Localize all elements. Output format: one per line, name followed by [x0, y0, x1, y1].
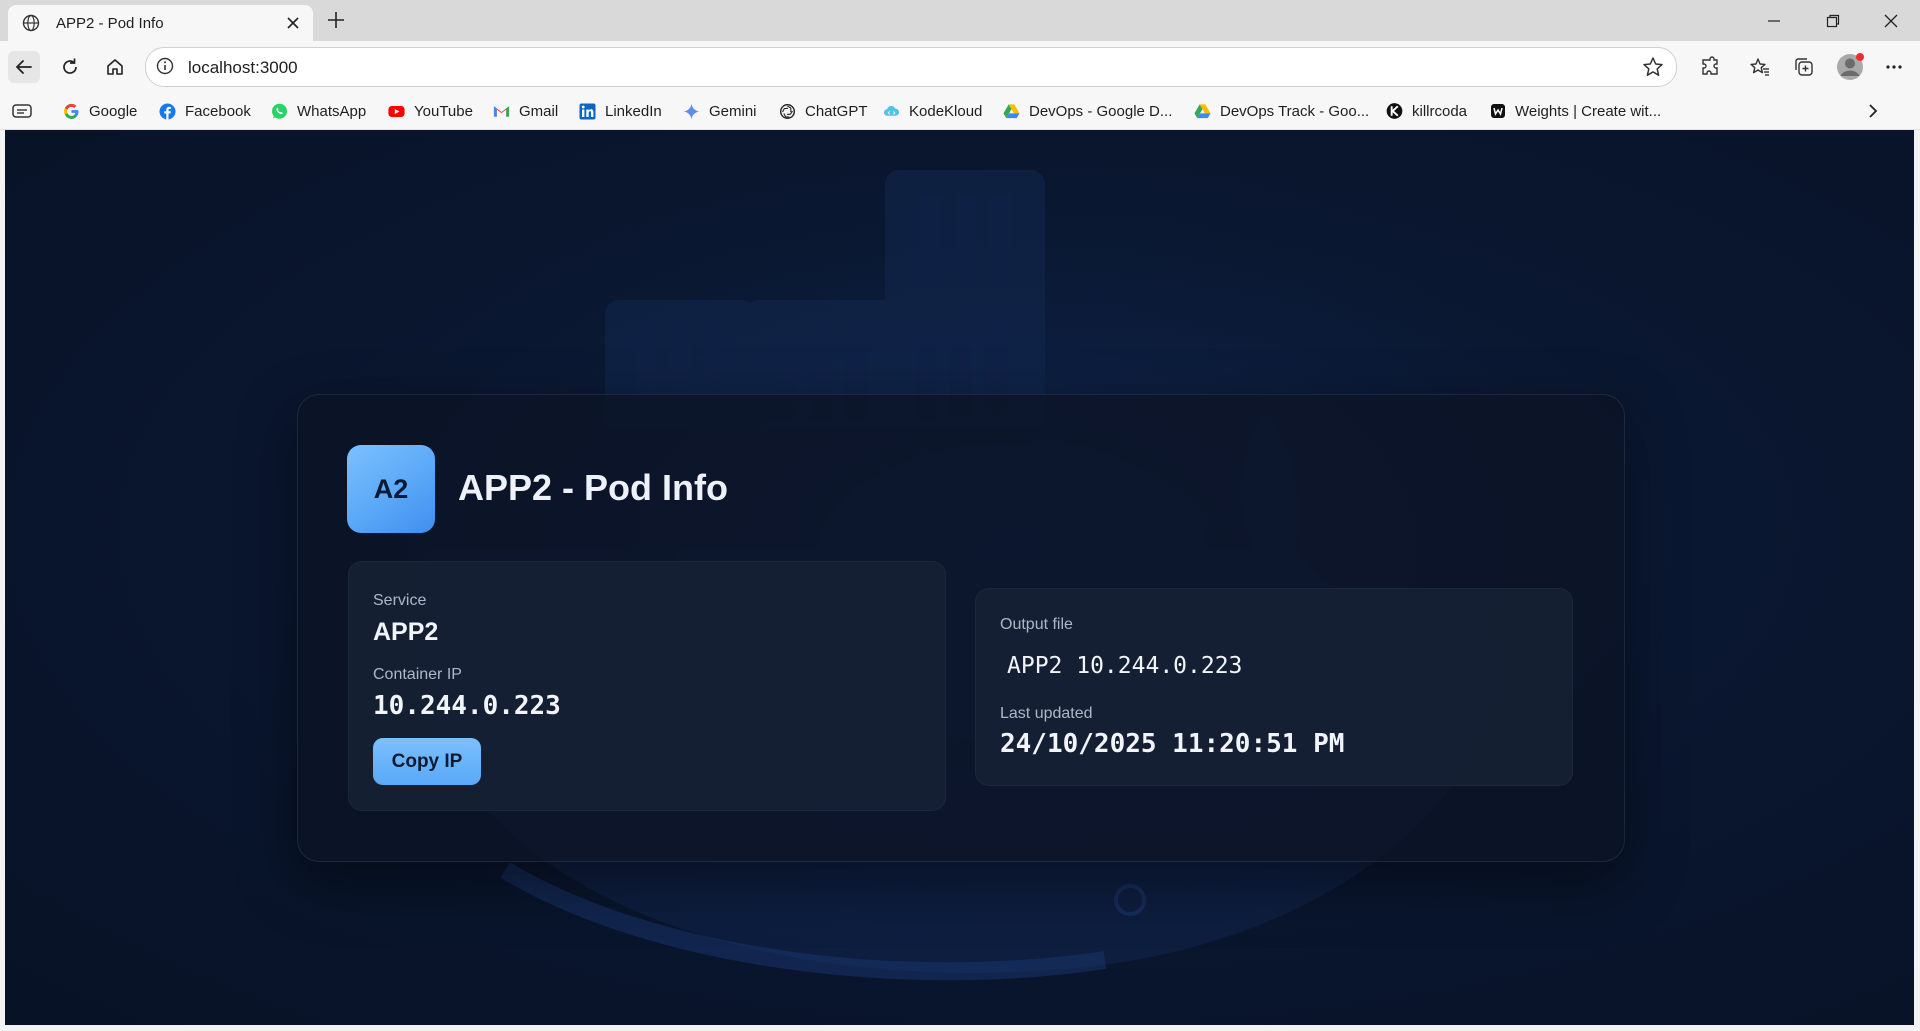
gemini-icon	[683, 103, 700, 120]
bookmark-whatsapp[interactable]: WhatsApp	[271, 100, 366, 122]
favorite-star-icon[interactable]	[1642, 56, 1664, 83]
bookmark-facebook[interactable]: Facebook	[159, 100, 251, 122]
bookmark-label: WhatsApp	[297, 102, 367, 120]
bookmark-label: LinkedIn	[605, 102, 662, 120]
service-value: APP2	[373, 618, 439, 646]
bookmark-label: ChatGPT	[805, 102, 868, 120]
profile-avatar-icon[interactable]	[1834, 51, 1866, 83]
close-window-icon[interactable]	[1880, 10, 1902, 32]
google-icon	[63, 103, 80, 120]
bookmark-gemini[interactable]: Gemini	[683, 100, 757, 122]
browser-toolbar: localhost:3000	[0, 41, 1920, 93]
bookmark-chatgpt[interactable]: ChatGPT	[779, 100, 868, 122]
bookmark-weights[interactable]: Weights | Create wit...	[1489, 100, 1661, 122]
browser-tab-active[interactable]: APP2 - Pod Info	[8, 5, 313, 41]
page-title: APP2 - Pod Info	[458, 467, 728, 508]
youtube-icon	[388, 103, 405, 120]
container-ip-label: Container IP	[373, 666, 462, 683]
bookmark-linkedin[interactable]: LinkedIn	[579, 100, 662, 122]
last-updated-value: 24/10/2025 11:20:51 PM	[1000, 729, 1345, 759]
output-file-card: Output file APP2 10.244.0.223 Last updat…	[975, 588, 1573, 786]
linkedin-icon	[579, 103, 596, 120]
browser-title-bar: APP2 - Pod Info	[0, 0, 1920, 41]
output-file-value: APP2 10.244.0.223	[1007, 653, 1243, 679]
back-icon[interactable]	[8, 51, 40, 83]
kodekloud-icon	[883, 103, 900, 120]
minimize-icon[interactable]	[1763, 10, 1785, 32]
bookmark-label: Gemini	[709, 102, 757, 120]
bookmark-label: Facebook	[185, 102, 251, 120]
bookmark-label: DevOps Track - Goo...	[1220, 102, 1370, 120]
container-ip-value: 10.244.0.223	[373, 691, 561, 721]
bookmark-youtube[interactable]: YouTube	[388, 100, 473, 122]
bookmark-label: Weights | Create wit...	[1515, 102, 1662, 120]
pod-info-panel: A2 APP2 - Pod Info Service APP2 Containe…	[297, 394, 1625, 862]
sidebar-toggle-icon[interactable]	[12, 100, 32, 122]
google-drive-icon	[1003, 103, 1020, 120]
close-tab-icon[interactable]	[283, 13, 303, 33]
last-updated-label: Last updated	[1000, 705, 1093, 722]
bookmark-label: YouTube	[414, 102, 473, 120]
bookmark-killercoda[interactable]: killrcoda	[1386, 100, 1467, 122]
chatgpt-icon	[779, 103, 796, 120]
whatsapp-icon	[271, 103, 288, 120]
bookmarks-bar: Google Facebook WhatsApp YouTube Gmail L…	[0, 93, 1920, 130]
google-drive-icon	[1194, 103, 1211, 120]
weights-icon	[1489, 103, 1506, 120]
output-file-label: Output file	[1000, 616, 1073, 633]
address-bar[interactable]: localhost:3000	[145, 47, 1677, 87]
url-text[interactable]: localhost:3000	[188, 58, 298, 78]
page-viewport: A2 APP2 - Pod Info Service APP2 Containe…	[5, 130, 1914, 1025]
bookmark-devops-track[interactable]: DevOps Track - Goo...	[1194, 100, 1369, 122]
bookmark-label: Gmail	[519, 102, 559, 120]
service-info-card: Service APP2 Container IP 10.244.0.223 C…	[348, 561, 946, 811]
gmail-icon	[493, 103, 510, 120]
app-logo-badge: A2	[347, 445, 435, 533]
killercoda-icon	[1386, 103, 1403, 120]
refresh-icon[interactable]	[54, 51, 86, 83]
bookmark-label: Google	[89, 102, 138, 120]
service-label: Service	[373, 592, 427, 609]
tab-title: APP2 - Pod Info	[56, 15, 164, 32]
restore-icon[interactable]	[1822, 10, 1844, 32]
new-tab-icon[interactable]	[324, 8, 348, 32]
favorites-icon[interactable]	[1744, 51, 1776, 83]
collections-icon[interactable]	[1788, 51, 1820, 83]
bookmark-label: killrcoda	[1412, 102, 1468, 120]
bookmark-gmail[interactable]: Gmail	[493, 100, 558, 122]
more-options-icon[interactable]	[1878, 51, 1910, 83]
home-icon[interactable]	[99, 51, 131, 83]
bookmark-label: KodeKloud	[909, 102, 983, 120]
copy-ip-button[interactable]: Copy IP	[373, 738, 481, 785]
extensions-icon[interactable]	[1694, 51, 1726, 83]
facebook-icon	[159, 103, 176, 120]
bookmark-devops-google-drive[interactable]: DevOps - Google D...	[1003, 100, 1172, 122]
bookmark-label: DevOps - Google D...	[1029, 102, 1173, 120]
bookmark-google[interactable]: Google	[63, 100, 137, 122]
site-info-icon[interactable]	[156, 57, 174, 80]
globe-icon	[22, 14, 40, 37]
bookmark-kodekloud[interactable]: KodeKloud	[883, 100, 982, 122]
bookmarks-overflow-chevron-icon[interactable]	[1866, 100, 1880, 122]
